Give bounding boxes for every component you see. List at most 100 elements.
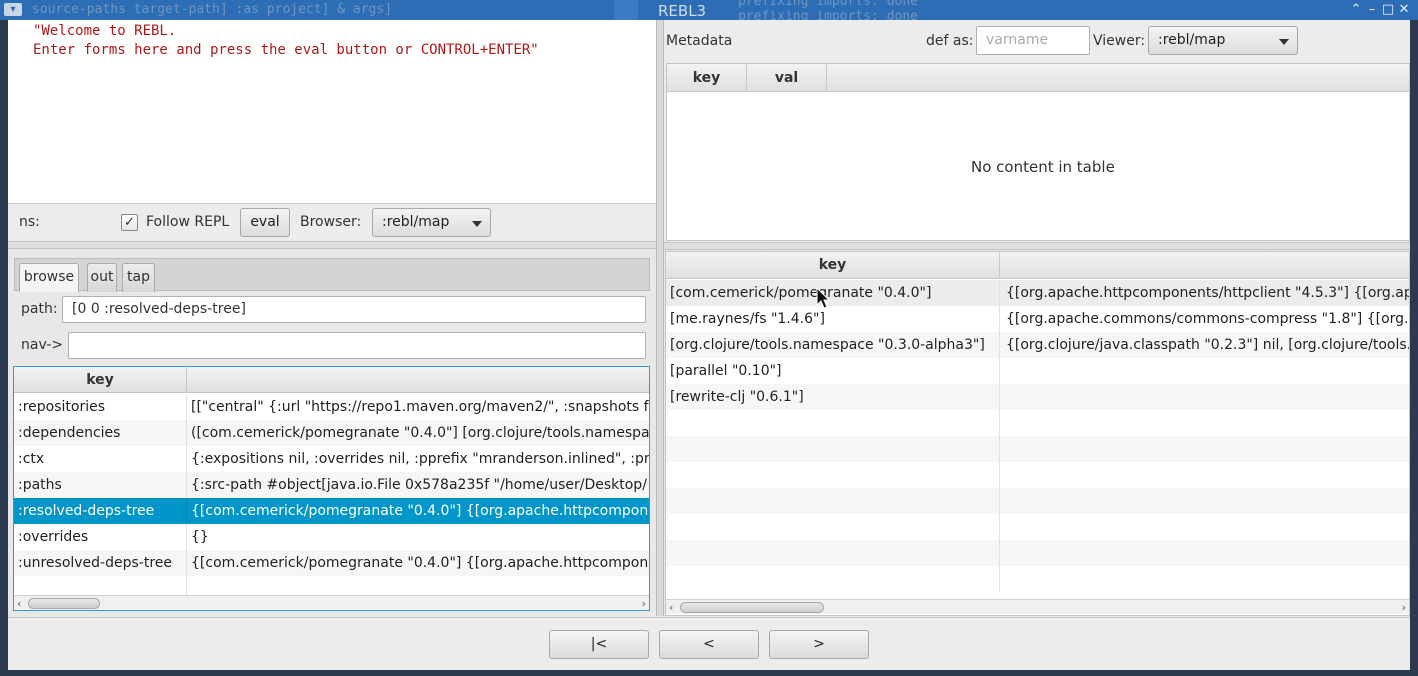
table-cell-key: :paths bbox=[14, 472, 187, 498]
horizontal-scrollbar[interactable]: ‹ › bbox=[666, 599, 1409, 614]
table-cell-key: [parallel "0.10"] bbox=[666, 358, 1000, 384]
viewer-label: Viewer: bbox=[1093, 33, 1146, 49]
table-row[interactable]: :dependencies ([com.cemerick/pomegranate… bbox=[14, 420, 649, 446]
table-cell-key: :dependencies bbox=[14, 420, 187, 446]
nav-label: nav-> bbox=[21, 337, 64, 353]
browser-label: Browser: bbox=[300, 214, 362, 230]
viewer-table: key [com.cemerick/pomegranate "0.4.0"] {… bbox=[665, 251, 1410, 616]
table-cell-key: :unresolved-deps-tree bbox=[14, 550, 187, 576]
window-left-edge bbox=[0, 20, 8, 670]
table-row-empty bbox=[666, 566, 1409, 592]
table-cell-key: :ctx bbox=[14, 446, 187, 472]
tab-browse[interactable]: browse bbox=[19, 263, 79, 292]
browser-select[interactable]: :rebl/map bbox=[372, 208, 491, 237]
varname-input[interactable]: varname bbox=[976, 26, 1090, 55]
table-cell-empty bbox=[666, 462, 1000, 488]
left-horizontal-divider[interactable] bbox=[8, 241, 656, 249]
viewer-table-header: key bbox=[666, 252, 1409, 279]
table-row[interactable]: :paths {:src-path #object[java.io.File 0… bbox=[14, 472, 649, 498]
table-row[interactable]: :repositories [["central" {:url "https:/… bbox=[14, 394, 649, 420]
nav-input[interactable] bbox=[68, 332, 646, 359]
table-cell-val: {:expositions nil, :overrides nil, :ppre… bbox=[187, 446, 649, 472]
column-header-key[interactable]: key bbox=[666, 252, 1000, 279]
scrollbar-thumb[interactable] bbox=[28, 598, 100, 609]
right-horizontal-divider[interactable] bbox=[664, 242, 1410, 250]
table-row[interactable]: :unresolved-deps-tree {[com.cemerick/pom… bbox=[14, 550, 649, 576]
table-cell-val bbox=[1000, 358, 1409, 384]
table-row-hovered[interactable]: [com.cemerick/pomegranate "0.4.0"] {[org… bbox=[666, 280, 1409, 306]
background-code-left: source-paths target-path] :as project] &… bbox=[32, 2, 393, 17]
scroll-left-icon[interactable]: ‹ bbox=[669, 600, 673, 615]
forward-button[interactable]: > bbox=[769, 630, 869, 659]
scroll-left-icon[interactable]: ‹ bbox=[17, 596, 21, 610]
table-cell-empty bbox=[666, 488, 1000, 514]
table-cell-key: [rewrite-clj "0.6.1"] bbox=[666, 384, 1000, 410]
metadata-pane: Metadata def as: varname Viewer: :rebl/m… bbox=[664, 20, 1410, 244]
table-row-empty bbox=[666, 514, 1409, 540]
table-cell-empty bbox=[666, 566, 1000, 592]
table-row-empty bbox=[666, 462, 1409, 488]
close-icon[interactable]: ✕ bbox=[1396, 2, 1412, 18]
browser-tabs: browse out tap bbox=[14, 258, 650, 292]
metadata-table-header: key val bbox=[667, 64, 1409, 92]
table-cell-val: ([com.cemerick/pomegranate "0.4.0"] [org… bbox=[187, 420, 649, 446]
viewer-select-value: :rebl/map bbox=[1158, 32, 1226, 48]
repl-editor[interactable]: "Welcome to REBL. Enter forms here and p… bbox=[8, 20, 656, 203]
scroll-right-icon[interactable]: › bbox=[642, 596, 646, 610]
table-row[interactable]: :ctx {:expositions nil, :overrides nil, … bbox=[14, 446, 649, 472]
table-row[interactable]: [parallel "0.10"] bbox=[666, 358, 1409, 384]
ns-toolbar: ns: ✓ Follow REPL eval Browser: :rebl/ma… bbox=[8, 203, 656, 241]
table-cell-val: {[org.apache.commons/commons-compress "1… bbox=[1000, 306, 1409, 332]
navigation-bar: |< < > bbox=[8, 617, 1410, 669]
table-cell-val: {[org.clojure/java.classpath "0.2.3"] ni… bbox=[1000, 332, 1409, 358]
back-button[interactable]: < bbox=[659, 630, 759, 659]
table-row-empty bbox=[666, 410, 1409, 436]
table-cell-val: [["central" {:url "https://repo1.maven.o… bbox=[187, 394, 649, 420]
chevron-down-icon bbox=[1279, 39, 1289, 45]
column-header-val[interactable] bbox=[1000, 252, 1409, 279]
window-menu-icon[interactable]: ▾ bbox=[4, 3, 22, 16]
metadata-table: key val No content in table bbox=[666, 63, 1410, 241]
first-button[interactable]: |< bbox=[549, 630, 649, 659]
scrollbar-thumb[interactable] bbox=[680, 602, 824, 613]
minimize-icon[interactable]: – bbox=[1364, 2, 1380, 18]
column-header-val[interactable] bbox=[187, 367, 649, 393]
table-cell-empty bbox=[666, 410, 1000, 436]
table-row[interactable]: :overrides {} bbox=[14, 524, 649, 550]
title-bar: ▾ source-paths target-path] :as project]… bbox=[0, 0, 1418, 24]
vertical-split-divider[interactable] bbox=[656, 20, 664, 616]
table-row-empty bbox=[666, 488, 1409, 514]
tab-tap[interactable]: tap bbox=[122, 263, 155, 292]
table-cell-empty bbox=[666, 514, 1000, 540]
scroll-right-icon[interactable]: › bbox=[1402, 600, 1406, 615]
follow-repl-checkbox[interactable]: ✓ bbox=[121, 214, 138, 231]
table-row[interactable]: [org.clojure/tools.namespace "0.3.0-alph… bbox=[666, 332, 1409, 358]
table-cell-empty bbox=[666, 436, 1000, 462]
chevron-down-icon bbox=[472, 221, 482, 227]
table-row-selected[interactable]: :resolved-deps-tree {[com.cemerick/pomeg… bbox=[14, 498, 649, 524]
table-row[interactable]: [rewrite-clj "0.6.1"] bbox=[666, 384, 1409, 410]
browse-table-header: key bbox=[14, 367, 649, 393]
table-cell-key: :repositories bbox=[14, 394, 187, 420]
column-header-key[interactable]: key bbox=[14, 367, 187, 393]
table-row-empty bbox=[666, 436, 1409, 462]
column-header-key[interactable]: key bbox=[667, 64, 747, 92]
mouse-cursor-icon bbox=[816, 287, 831, 309]
table-row[interactable]: [me.raynes/fs "1.4.6"] {[org.apache.comm… bbox=[666, 306, 1409, 332]
path-field[interactable]: [0 0 :resolved-deps-tree] bbox=[62, 296, 646, 323]
chevron-up-icon[interactable]: ⌃ bbox=[1348, 2, 1364, 18]
table-cell-val bbox=[1000, 384, 1409, 410]
metadata-label: Metadata bbox=[666, 33, 733, 49]
desktop-background-strip bbox=[0, 670, 1418, 676]
column-header-val[interactable]: val bbox=[747, 64, 827, 92]
table-cell-val: {:src-path #object[java.io.File 0x578a23… bbox=[187, 472, 649, 498]
viewer-select[interactable]: :rebl/map bbox=[1148, 26, 1298, 55]
def-as-label: def as: bbox=[926, 33, 974, 49]
table-row-empty bbox=[666, 540, 1409, 566]
horizontal-scrollbar[interactable]: ‹ › bbox=[14, 595, 649, 610]
eval-button[interactable]: eval bbox=[240, 208, 290, 237]
table-cell-val: {} bbox=[187, 524, 649, 550]
browser-select-value: :rebl/map bbox=[382, 214, 450, 230]
maximize-icon[interactable]: □ bbox=[1380, 2, 1396, 18]
tab-out[interactable]: out bbox=[87, 263, 117, 292]
